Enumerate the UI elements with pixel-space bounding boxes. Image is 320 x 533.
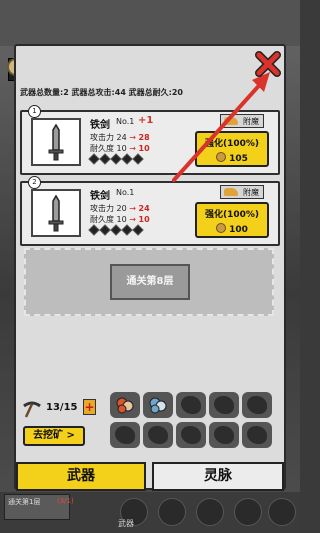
locked-ore-icon [115, 426, 135, 444]
bottom-weapon-label: 武器 [118, 519, 134, 528]
weapon-rank: No.1 [116, 117, 135, 126]
gem-slot-icon [132, 224, 144, 236]
locked-ore-slot [242, 392, 272, 418]
stage-progress[interactable]: 通关第1层 (3/1) [4, 494, 74, 520]
go-mining-button[interactable]: 去挖矿 > [23, 426, 85, 446]
blue-ore-icon [149, 397, 167, 414]
nav-icon[interactable] [234, 498, 262, 526]
ore-grid [110, 392, 278, 452]
weapon-card: 1 铁剑 No.1 +1 攻击力 24 → 28 耐久度 10 → 10 附魔 … [20, 105, 280, 175]
lamp-icon [224, 188, 238, 196]
sword-icon [48, 195, 64, 232]
locked-ore-slot [176, 422, 206, 448]
locked-ore-icon [214, 396, 234, 414]
weapon-plus-level: +1 [138, 115, 154, 126]
locked-ore-slot [209, 422, 239, 448]
tab-weapon[interactable]: 武器 [16, 462, 146, 491]
ore-slot[interactable] [143, 392, 173, 418]
pickaxe-icon [23, 401, 41, 418]
lamp-icon [224, 117, 238, 125]
gem-slot-icon [132, 153, 144, 165]
enhance-button[interactable]: 强化(100%) 100 [195, 202, 269, 238]
weapon-card: 2 铁剑 No.1 攻击力 20 → 24 耐久度 10 → 10 附魔 强化(… [20, 176, 280, 246]
attack-stat: 攻击力 20 → 24 [90, 204, 150, 213]
stage-label: 通关第1层 [8, 498, 41, 506]
enhance-button[interactable]: 强化(100%) 105 [195, 131, 269, 167]
locked-ore-icon [181, 396, 201, 414]
nav-icon[interactable] [158, 498, 186, 526]
mining-count: 13/15 [46, 402, 78, 413]
durability-stat: 耐久度 10 → 10 [90, 144, 150, 153]
gem-slots [88, 153, 144, 165]
weapon-thumbnail[interactable] [31, 118, 81, 166]
locked-ore-slot [242, 422, 272, 448]
locked-ore-slot [176, 392, 206, 418]
coin-icon [216, 152, 227, 162]
weapon-rank: No.1 [116, 188, 135, 197]
weapon-index: 1 [28, 105, 41, 118]
gem-slot-icon [99, 224, 111, 236]
nav-icon[interactable] [196, 498, 224, 526]
enchant-button[interactable]: 附魔 [220, 114, 264, 128]
locked-ore-slot [143, 422, 173, 448]
enchant-button[interactable]: 附魔 [220, 185, 264, 199]
durability-stat: 耐久度 10 → 10 [90, 215, 150, 224]
gem-slot-icon [110, 224, 122, 236]
gem-slot-icon [88, 153, 100, 165]
sword-icon [48, 124, 64, 161]
coin-icon [216, 223, 227, 233]
locked-ore-icon [214, 426, 234, 444]
ore-slot[interactable] [110, 392, 140, 418]
gem-slot-icon [121, 153, 133, 165]
locked-ore-icon [181, 426, 201, 444]
gem-slot-icon [110, 153, 122, 165]
weapon-thumbnail[interactable] [31, 189, 81, 237]
weapon-index: 2 [28, 176, 41, 189]
locked-ore-icon [247, 396, 267, 414]
locked-ore-slot [110, 422, 140, 448]
stage-count: (3/1) [57, 497, 74, 505]
enhance-cost: 100 [197, 223, 267, 235]
enhance-label: 强化(100%) [204, 139, 260, 149]
mining-section: 13/15 + 去挖矿 > [20, 392, 110, 452]
locked-ore-icon [148, 426, 168, 444]
clear-stage-button[interactable]: 通关第8层 [110, 264, 190, 300]
enhance-label: 强化(100%) [204, 210, 260, 220]
locked-weapon-slot: 通关第8层 [24, 248, 274, 316]
nav-icon[interactable] [268, 498, 296, 526]
attack-stat: 攻击力 24 → 28 [90, 133, 150, 142]
gem-slot-icon [88, 224, 100, 236]
weapon-name: 铁剑 [90, 191, 110, 202]
locked-ore-slot [209, 392, 239, 418]
gem-slot-icon [99, 153, 111, 165]
locked-ore-icon [247, 426, 267, 444]
weapon-summary: 武器总数量:2 武器总攻击:44 武器总耐久:20 [20, 88, 183, 97]
add-mining-button[interactable]: + [83, 399, 96, 415]
close-icon[interactable] [254, 50, 282, 78]
weapon-name: 铁剑 [90, 120, 110, 131]
tab-spirit-vein[interactable]: 灵脉 [152, 462, 284, 491]
orange-ore-icon [116, 397, 134, 414]
gem-slots [88, 224, 144, 236]
gem-slot-icon [121, 224, 133, 236]
enhance-cost: 105 [197, 152, 267, 164]
